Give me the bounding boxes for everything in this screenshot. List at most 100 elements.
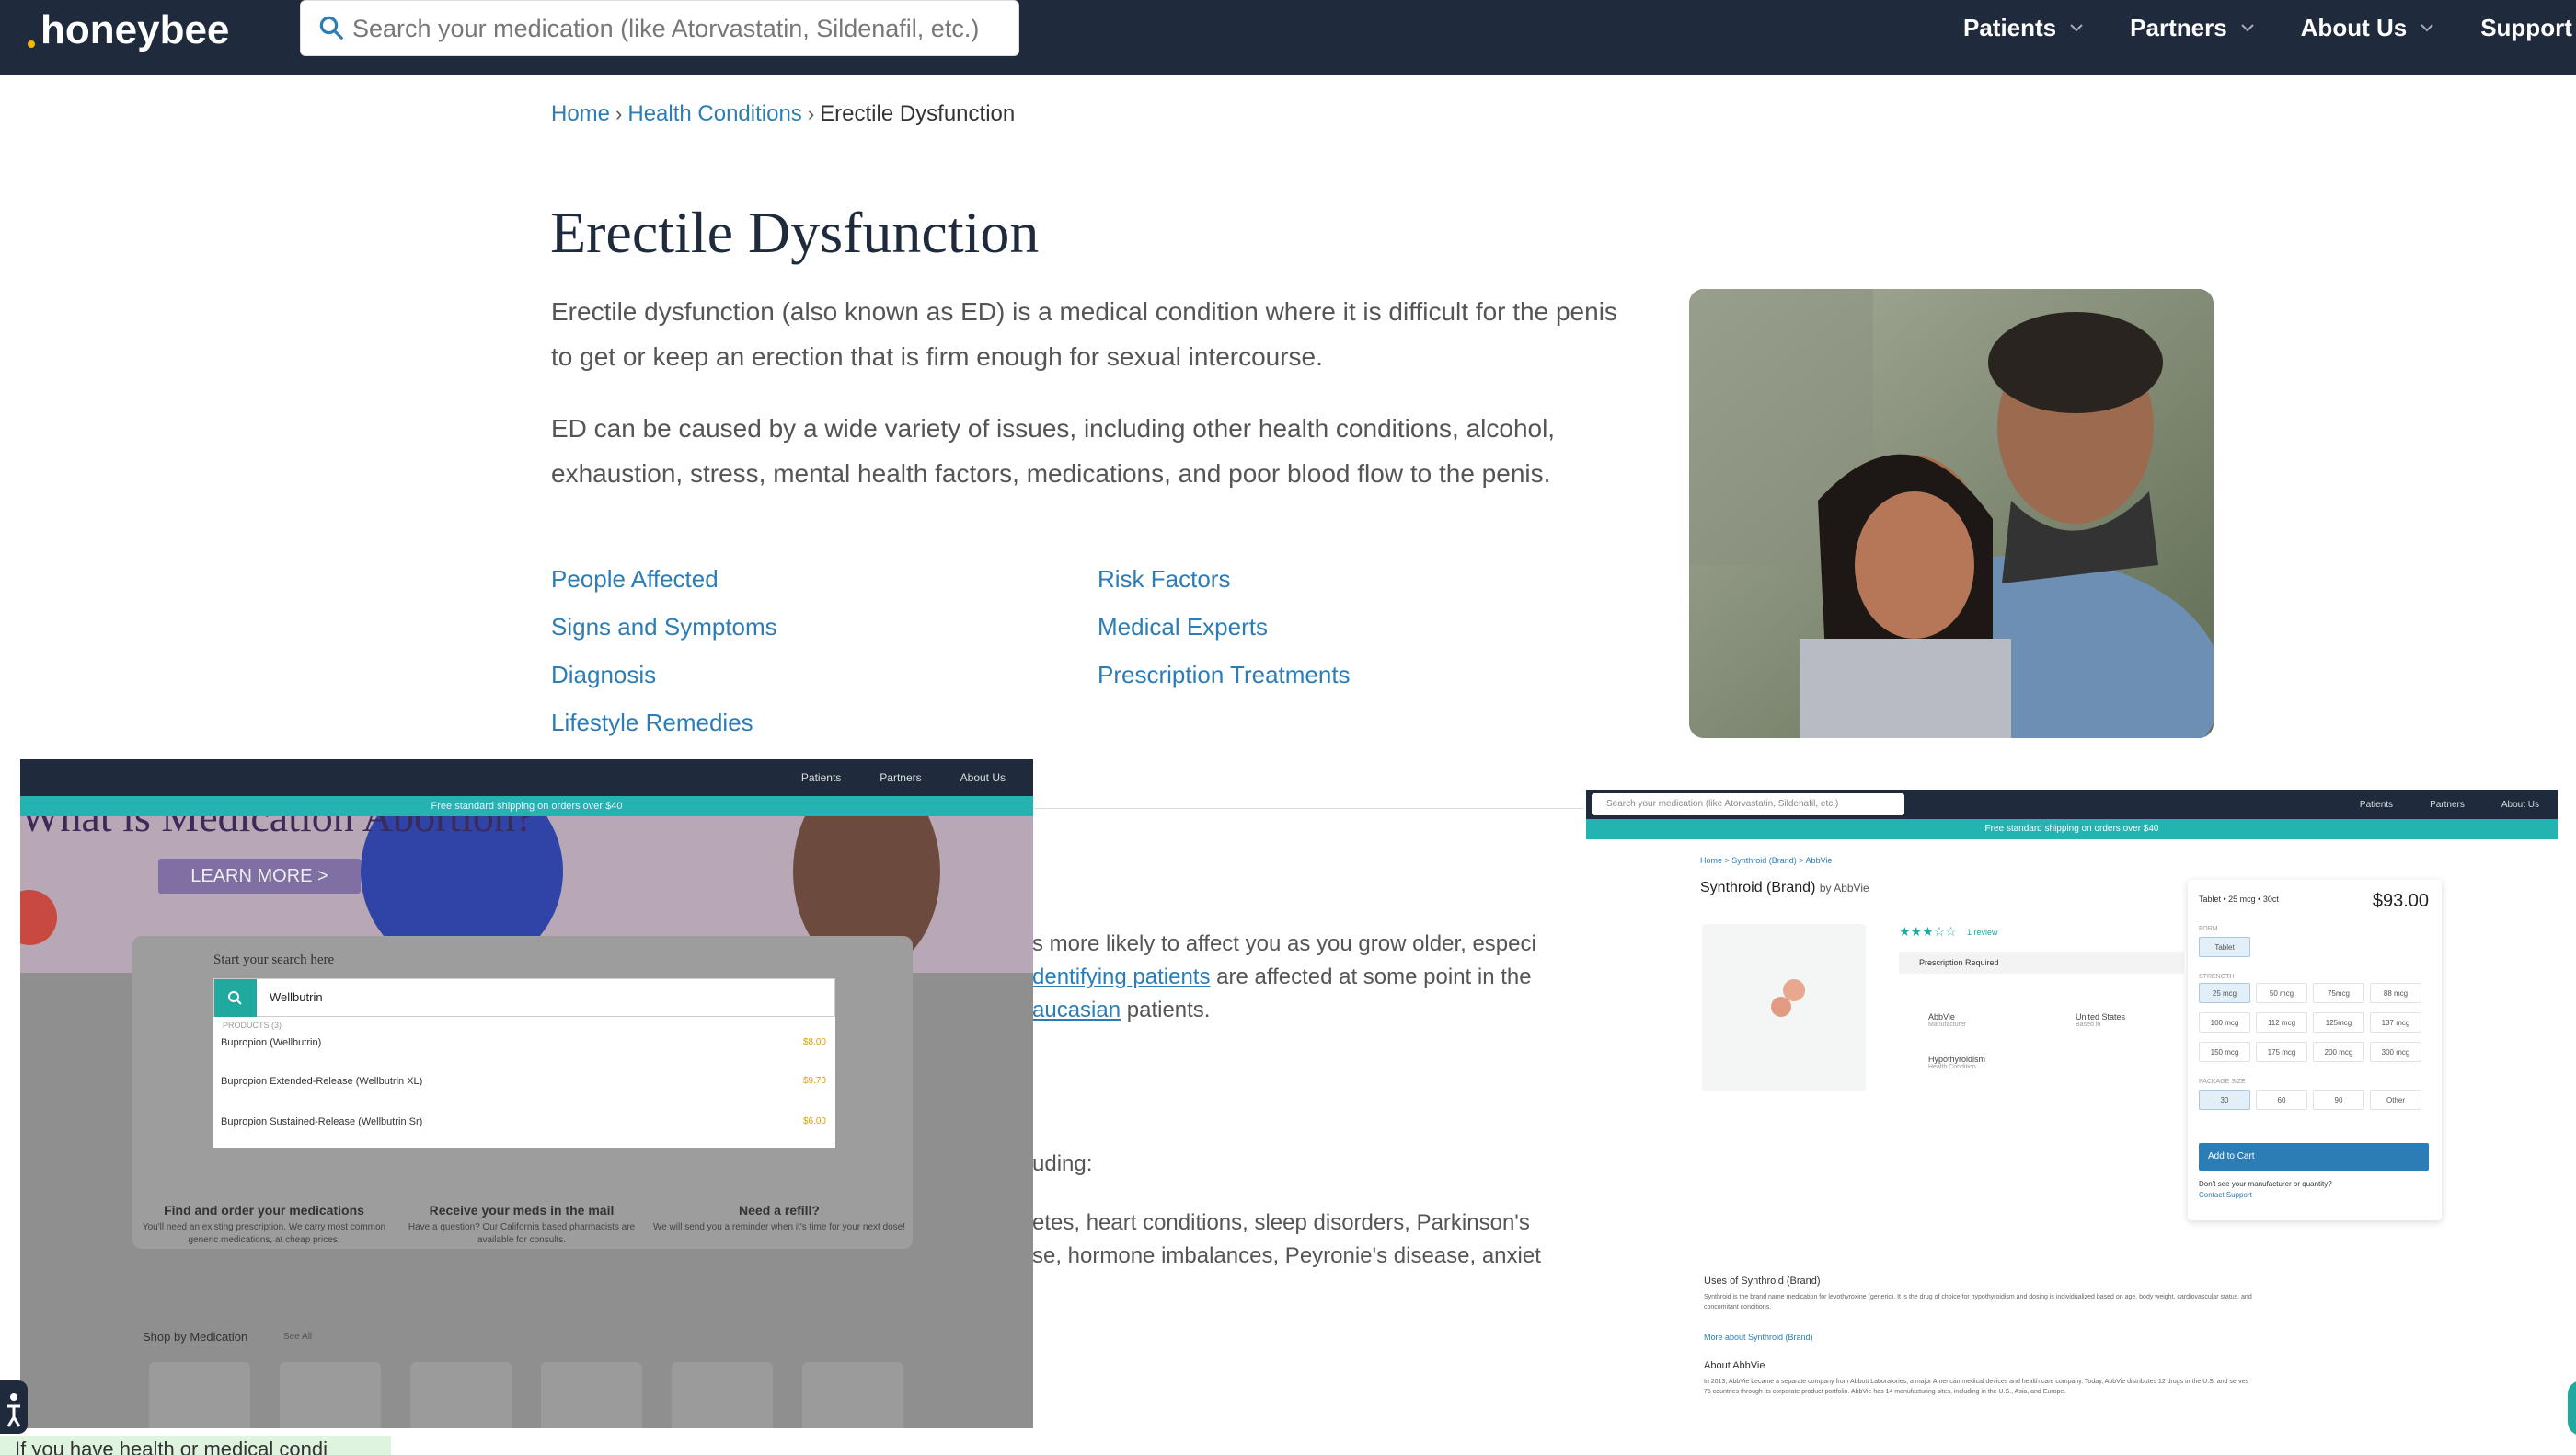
overlay-product-nav-partners[interactable]: Partners	[2430, 800, 2465, 810]
result-item[interactable]: Bupropion (Wellbutrin)	[221, 1037, 321, 1048]
nav-about-us[interactable]: About Us	[2301, 14, 2437, 42]
search-bar[interactable]	[300, 0, 1019, 56]
learn-more-button[interactable]: LEARN MORE >	[158, 859, 361, 894]
overlay-nav-about[interactable]: About Us	[960, 771, 1006, 784]
overlay-search-value: Wellbutrin	[270, 990, 323, 1004]
body-text-line: dentifying patients are affected at some…	[1032, 964, 1532, 989]
package-option[interactable]: 90	[2313, 1090, 2364, 1110]
overlay-product-nav-patients[interactable]: Patients	[2360, 800, 2393, 810]
pill-illustration	[1771, 979, 1805, 1017]
uses-heading: Uses of Synthroid (Brand)	[1704, 1276, 1821, 1287]
strength-option[interactable]: 150 mcg	[2199, 1042, 2250, 1062]
product-tile[interactable]	[410, 1362, 512, 1428]
contact-support-link[interactable]: Contact Support	[2199, 1191, 2252, 1199]
strength-option[interactable]: 25 mcg	[2199, 983, 2250, 1003]
link-signs-symptoms[interactable]: Signs and Symptoms	[551, 613, 777, 641]
result-price: $8.00	[802, 1037, 826, 1047]
search-icon	[319, 16, 343, 40]
strength-option[interactable]: 175 mcg	[2256, 1042, 2307, 1062]
nav-partners[interactable]: Partners	[2130, 14, 2257, 42]
accessibility-button[interactable]	[0, 1380, 28, 1434]
review-count[interactable]: 1 review	[1967, 928, 1998, 937]
causes-paragraph: ED can be caused by a wide variety of is…	[551, 414, 1556, 488]
honeybee-logo[interactable]: honeybee	[28, 7, 229, 53]
caucasian-link[interactable]: aucasian	[1032, 998, 1121, 1022]
strength-option[interactable]: 125mcg	[2313, 1012, 2364, 1033]
nav-patients[interactable]: Patients	[1963, 14, 2086, 42]
overlay-product-breadcrumb[interactable]: Home > Synthroid (Brand) > AbbVie	[1700, 856, 1832, 865]
nav-support[interactable]: Support	[2480, 14, 2572, 42]
product-tile[interactable]	[541, 1362, 642, 1428]
couple-illustration	[1689, 289, 2214, 738]
strength-option[interactable]: 200 mcg	[2313, 1042, 2364, 1062]
product-price: $93.00	[2372, 891, 2429, 911]
products-label: PRODUCTS (3)	[223, 1021, 282, 1030]
overlay-product-shipping-bar: Free standard shipping on orders over $4…	[1586, 819, 2558, 839]
overlay-nav-patients[interactable]: Patients	[801, 771, 841, 784]
product-tile[interactable]	[280, 1362, 381, 1428]
overlay-product-nav-about[interactable]: About Us	[2501, 800, 2539, 810]
result-item[interactable]: Bupropion Sustained-Release (Wellbutrin …	[221, 1116, 422, 1127]
overlay-product-menu: Patients Partners About Us	[2360, 790, 2539, 819]
uses-text: Synthroid is the brand name medication f…	[1704, 1294, 2252, 1311]
package-option[interactable]: 60	[2256, 1090, 2307, 1110]
link-risk-factors[interactable]: Risk Factors	[1098, 565, 1230, 594]
breadcrumb-separator: ›	[615, 102, 623, 125]
package-size-label: PACKAGE SIZE	[2199, 1079, 2246, 1085]
body-text-line: etes, heart conditions, sleep disorders,…	[1032, 1210, 1530, 1235]
link-diagnosis[interactable]: Diagnosis	[551, 661, 656, 689]
strength-option[interactable]: 75mcg	[2313, 983, 2364, 1003]
nav-menu: Patients Partners About Us Support	[1963, 0, 2576, 55]
overlay-search-results: PRODUCTS (3) Bupropion (Wellbutrin) $8.0…	[213, 1017, 835, 1148]
strength-option[interactable]: 88 mcg	[2370, 983, 2421, 1003]
see-all-link[interactable]: See All	[283, 1332, 312, 1342]
strength-option[interactable]: 112 mcg	[2256, 1012, 2307, 1033]
health-condition-info: Hypothyroidism Health Condition	[1928, 1055, 1986, 1070]
prescription-required-badge: Prescription Required	[1899, 952, 2184, 974]
product-tile[interactable]	[802, 1362, 903, 1428]
add-to-cart-button[interactable]: Add to Cart	[2199, 1143, 2429, 1171]
breadcrumb-health-conditions[interactable]: Health Conditions	[627, 101, 801, 127]
more-about-link[interactable]: More about Synthroid (Brand)	[1704, 1333, 1813, 1342]
strength-option[interactable]: 137 mcg	[2370, 1012, 2421, 1033]
package-option[interactable]: Other	[2370, 1090, 2421, 1110]
intro-paragraph: Erectile dysfunction (also known as ED) …	[551, 297, 1617, 371]
result-price: $9.70	[802, 1076, 826, 1086]
link-people-affected[interactable]: People Affected	[551, 565, 719, 594]
search-input[interactable]	[352, 8, 1006, 49]
form-option[interactable]: Tablet	[2199, 937, 2250, 957]
page-title: Erectile Dysfunction	[550, 200, 1040, 265]
search-icon	[228, 991, 242, 1005]
identifying-patients-link[interactable]: dentifying patients	[1032, 964, 1210, 989]
breadcrumb-home[interactable]: Home	[551, 101, 610, 127]
overlay-search-button[interactable]	[214, 979, 257, 1018]
result-price: $6.00	[802, 1116, 826, 1126]
product-tile[interactable]	[149, 1362, 250, 1428]
result-item[interactable]: Bupropion Extended-Release (Wellbutrin X…	[221, 1076, 422, 1087]
shop-by-medication-heading: Shop by Medication	[143, 1330, 248, 1344]
overlay-shipping-bar: Free standard shipping on orders over $4…	[20, 796, 1033, 816]
chevron-down-icon	[2421, 24, 2433, 32]
breadcrumb-current: Erectile Dysfunction	[820, 101, 1016, 126]
product-image	[1702, 924, 1866, 1091]
breadcrumb: Home › Health Conditions › Erectile Dysf…	[551, 101, 1015, 127]
body-text-line: se, hormone imbalances, Peyronie's disea…	[1032, 1243, 1541, 1268]
overlay-product-search[interactable]: Search your medication (like Atorvastati…	[1592, 793, 1904, 815]
link-lifestyle-remedies[interactable]: Lifestyle Remedies	[551, 709, 753, 737]
link-prescription-treatments[interactable]: Prescription Treatments	[1098, 661, 1351, 689]
chat-button[interactable]	[2568, 1380, 2576, 1436]
variant-summary: Tablet • 25 mcg • 30ct	[2199, 895, 2279, 904]
strength-option[interactable]: 300 mcg	[2370, 1042, 2421, 1062]
overlay-search-field[interactable]: Wellbutrin	[213, 978, 835, 1018]
breadcrumb-separator: ›	[807, 102, 815, 125]
product-tile[interactable]	[672, 1362, 773, 1428]
overlay-product-screenshot: Search your medication (like Atorvastati…	[1586, 790, 2558, 1434]
manufacturer-question: Don't see your manufacturer or quantity?	[2199, 1180, 2332, 1188]
link-medical-experts[interactable]: Medical Experts	[1098, 613, 1268, 641]
package-option[interactable]: 30	[2199, 1090, 2250, 1110]
based-in-info: United States Based in	[2076, 1012, 2126, 1028]
strength-option[interactable]: 100 mcg	[2199, 1012, 2250, 1033]
overlay-nav-partners[interactable]: Partners	[880, 771, 921, 784]
hero-photo-couple	[1689, 289, 2214, 738]
strength-option[interactable]: 50 mcg	[2256, 983, 2307, 1003]
